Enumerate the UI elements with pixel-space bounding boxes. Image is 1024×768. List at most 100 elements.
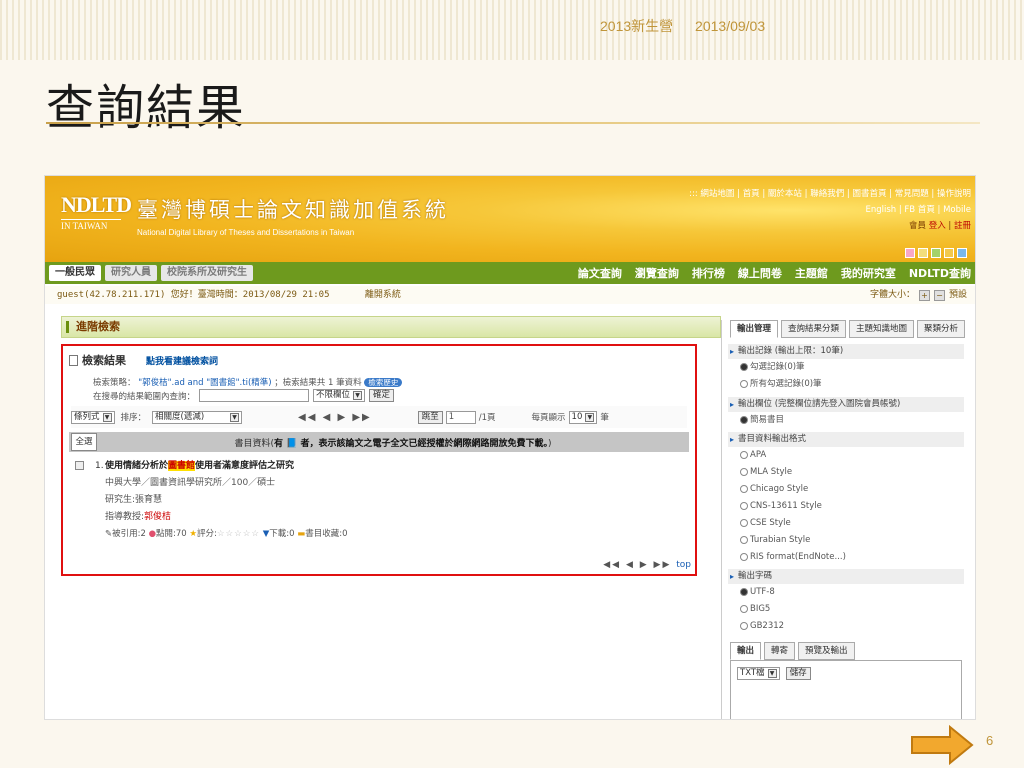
refine-search-input[interactable] (199, 389, 310, 402)
option-gb2312[interactable]: GB2312 (728, 618, 964, 635)
output-action-tabs: 輸出 轉寄 預覽及輸出 (730, 642, 855, 660)
theme-color-swatch[interactable] (931, 248, 941, 258)
advisor-name-link[interactable]: 郭俊桔 (144, 512, 171, 522)
logo-abbr: NDLTD (61, 192, 132, 217)
theme-color-swatch[interactable] (944, 248, 954, 258)
select-all-button[interactable]: 全選 (71, 433, 97, 451)
register-link[interactable]: 註冊 (954, 221, 971, 231)
back-to-top-link[interactable]: top (676, 560, 691, 570)
refine-field-select[interactable]: 不限欄位 ▼ (313, 389, 366, 402)
page-total: /1頁 (478, 413, 496, 423)
login-link[interactable]: 登入 (929, 221, 946, 231)
font-decrease-button[interactable]: − (933, 289, 945, 301)
radio-icon (740, 518, 748, 527)
rating-icon: ★ (189, 529, 198, 539)
option-big5[interactable]: BIG5 (728, 601, 964, 618)
file-format-select[interactable]: TXT檔 ▼ (737, 667, 780, 680)
output-fields-heading: 輸出欄位 (完整欄位請先登入圖院會員帳號) (728, 397, 964, 412)
title-rule (46, 122, 980, 124)
page-number: 6 (986, 733, 994, 748)
site-logo[interactable]: NDLTD IN TAIWAN 臺灣博碩士論文知識加值系統 National D… (61, 194, 449, 237)
cited-count[interactable]: 被引用:2 (112, 529, 146, 539)
nav-menu-topics[interactable]: 主題館 (795, 265, 828, 281)
page-number-input[interactable]: 1 (445, 410, 476, 424)
option-ris[interactable]: RIS format(EndNote...) (728, 549, 964, 566)
option-cns[interactable]: CNS-13611 Style (728, 498, 964, 515)
strategy-query: "郭俊桔".ad and "圖書館".ti(精準) (138, 378, 272, 388)
option-apa[interactable]: APA (728, 447, 964, 464)
option-simple-bibliography[interactable]: 簡易書目 (728, 412, 964, 429)
logo-sub: IN TAIWAN (61, 219, 121, 231)
export-options-panel: TXT檔 ▼ 儲存 (730, 660, 962, 719)
top-links-row1[interactable]: ::: 網站地圖 | 首頁 | 關於本站 | 聯絡我們 | 圖書首頁 | 常見問… (689, 189, 971, 199)
refine-label: 在搜尋的結果範圍內查詢： (93, 391, 196, 402)
result-number: 1. (95, 461, 104, 471)
strategy-label: 檢索策略： (93, 378, 136, 388)
citation-format-heading: 書目資料輸出格式 (728, 432, 964, 447)
option-turabian[interactable]: Turabian Style (728, 532, 964, 549)
per-page-select[interactable]: 10 ▼ (568, 410, 598, 424)
sort-select[interactable]: 相關度(遞減) ▼ (152, 410, 243, 424)
display-mode-select[interactable]: 條列式 ▼ (71, 410, 115, 424)
bottom-pagination: ◀◀ ◀ ▶ ▶▶ top (603, 560, 691, 570)
per-page-control: 每頁顯示 10 ▼ 筆 (532, 410, 609, 424)
search-history-button[interactable]: 檢索歷史 (364, 378, 403, 387)
top-links-row2[interactable]: English | FB 首頁 | Mobile (689, 202, 971, 218)
results-table-caption: 書目資料(有 📘 者，表示該論文之電子全文已經授權於網際網路開放免費下載。) (97, 436, 689, 449)
file-format-value: TXT檔 (740, 668, 765, 678)
top-links: ::: 網站地圖 | 首頁 | 關於本站 | 聯絡我們 | 圖書首頁 | 常見問… (689, 186, 971, 234)
result-title-link[interactable]: 使用情緒分析於圖書館使用者滿意度評估之研究 (105, 458, 348, 475)
option-mla[interactable]: MLA Style (728, 464, 964, 481)
chevron-down-icon: ▼ (102, 412, 112, 422)
option-checked-records[interactable]: 勾選記錄(0)筆 (728, 359, 964, 376)
result-institution: 中興大學／圖書資訊學研究所／100／碩士 (105, 478, 276, 488)
strategy-count: ；檢索結果共 1 筆資料 (274, 378, 362, 388)
bottom-pager-controls[interactable]: ◀◀ ◀ ▶ ▶▶ (603, 560, 671, 570)
main-navbar: 一般民眾 研究人員 校院系所及研究生 論文查詢 瀏覽查詢 排行榜 線上問卷 主題… (45, 262, 975, 284)
suggested-terms-link[interactable]: 點我看建議檢索詞 (146, 354, 218, 367)
caption-bold: 有 📘 者，表示該論文之電子全文已經授權於網際網路開放免費下載。 (274, 438, 548, 449)
refine-confirm-button[interactable]: 確定 (369, 389, 395, 402)
search-results-box: 檢索結果 點我看建議檢索詞 檢索策略： "郭俊桔".ad and "圖書館".t… (61, 344, 697, 576)
tab-cluster-analysis[interactable]: 聚類分析 (917, 320, 966, 338)
option-cse[interactable]: CSE Style (728, 515, 964, 532)
theme-color-swatch[interactable] (918, 248, 928, 258)
nav-menu-survey[interactable]: 線上問卷 (738, 265, 782, 281)
refine-search-row: 在搜尋的結果範圍內查詢： 不限欄位 ▼ 確定 (93, 389, 395, 402)
nav-tab-public[interactable]: 一般民眾 (49, 265, 101, 281)
pagination-controls[interactable]: ◀◀ ◀ ▶ ▶▶ (298, 412, 372, 423)
tab-preview-export[interactable]: 預覽及輸出 (798, 642, 855, 660)
results-title: 檢索結果 (82, 354, 126, 367)
jump-button[interactable]: 跳至 (417, 410, 443, 424)
option-all-checked-records[interactable]: 所有勾選記錄(0)筆 (728, 376, 964, 393)
sort-label: 排序： (120, 413, 147, 423)
output-panel: 輸出管理 查詢結果分類 主題知識地圖 聚類分析 輸出記錄 (輸出上限：10筆) … (721, 320, 975, 719)
tab-output-management[interactable]: 輸出管理 (730, 320, 779, 338)
nav-menu-ndltd[interactable]: NDLTD查詢 (909, 265, 971, 281)
nav-tab-schools[interactable]: 校院系所及研究生 (161, 265, 253, 281)
font-reset-button[interactable]: 預設 (949, 286, 967, 304)
option-utf8[interactable]: UTF-8 (728, 584, 964, 601)
logout-link[interactable]: 離開系統 (365, 290, 401, 300)
font-increase-button[interactable]: + (918, 289, 930, 301)
tab-export[interactable]: 輸出 (730, 642, 762, 660)
theme-color-swatch[interactable] (957, 248, 967, 258)
nav-menu-my-lab[interactable]: 我的研究室 (841, 265, 896, 281)
save-button[interactable]: 儲存 (785, 667, 811, 680)
nav-menu-browse[interactable]: 瀏覽查詢 (635, 265, 679, 281)
nav-menu-ranking[interactable]: 排行榜 (692, 265, 725, 281)
results-table-header: 全選 書目資料(有 📘 者，表示該論文之電子全文已經授權於網際網路開放免費下載。… (69, 432, 689, 452)
nav-menu-thesis-search[interactable]: 論文查詢 (578, 265, 622, 281)
option-chicago[interactable]: Chicago Style (728, 481, 964, 498)
radio-icon (740, 467, 748, 476)
font-size-controls: 字體大小： + − 預設 (870, 286, 967, 304)
tab-forward[interactable]: 轉寄 (764, 642, 796, 660)
tab-topic-map[interactable]: 主題知識地圖 (849, 320, 915, 338)
site-banner: NDLTD IN TAIWAN 臺灣博碩士論文知識加值系統 National D… (45, 176, 975, 262)
theme-color-swatch[interactable] (905, 248, 915, 258)
tab-result-classification[interactable]: 查詢結果分類 (781, 320, 847, 338)
result-checkbox[interactable] (75, 461, 84, 470)
rating-stars[interactable]: ☆☆☆☆☆ (217, 529, 260, 539)
next-slide-arrow-icon[interactable] (910, 725, 974, 765)
nav-tab-researchers[interactable]: 研究人員 (105, 265, 157, 281)
